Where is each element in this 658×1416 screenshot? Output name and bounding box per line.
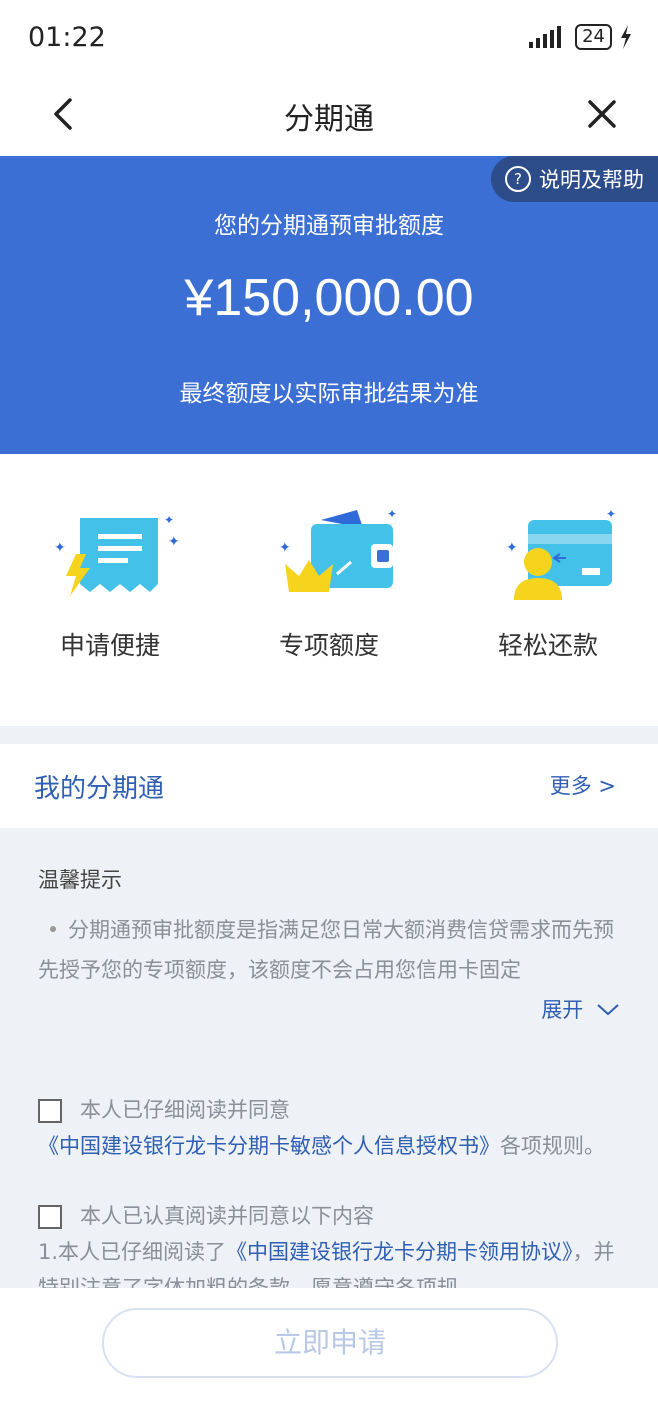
limit-amount: ¥150,000.00 [184,269,474,327]
feature-label: 轻松还款 [497,631,598,660]
status-time: 01:22 [28,22,106,53]
signal-icon [529,26,562,48]
feature-label: 专项额度 [278,631,379,660]
agreement-1: 本人已仔细阅读并同意 《中国建设银行龙卡分期卡敏感个人信息授权书》各项规则。 [38,1092,620,1164]
page-title: 分期通 [284,102,374,137]
svg-text:✦: ✦ [506,540,518,556]
my-installment-title: 我的分期通 [34,774,165,804]
limit-note: 最终额度以实际审批结果为准 [179,381,479,407]
agreement-2-line-prefix: 1.本人已仔细阅读了 [38,1240,227,1264]
feature-special-limit: ✦ ✦ 专项额度 [219,504,439,662]
help-button[interactable]: ? 说明及帮助 [491,156,658,202]
expand-button[interactable]: 展开 [541,994,620,1024]
help-label: 说明及帮助 [539,168,644,192]
help-icon: ? [505,166,531,192]
battery-indicator: 24 [575,24,612,50]
card-person-icon: ✦✦ [506,507,616,600]
agreement-1-text: 本人已仔细阅读并同意 [80,1098,290,1122]
agreement-2-text: 本人已认真阅读并同意以下内容 [80,1204,374,1228]
svg-text:✦: ✦ [387,507,397,521]
status-bar: 01:22 24 [0,0,658,80]
svg-text:✦: ✦ [168,534,180,550]
svg-text:✦: ✦ [164,513,174,527]
more-link[interactable]: 更多 > [550,770,616,800]
feature-list: ✦ ✦ ✦ 申请便捷 ✦ ✦ 专项额度 ✦ ✦ 轻松还款 [0,454,658,726]
tips-title: 温馨提示 [38,868,122,892]
chevron-down-icon [597,1004,619,1016]
agreement-2-checkbox[interactable] [38,1205,62,1229]
feature-easy-apply: ✦ ✦ ✦ 申请便捷 [0,504,220,662]
tips-body: 分期通预审批额度是指满足您日常大额消费信贷需求而先预先授予您的专项额度，该额度不… [38,918,614,982]
agreement-1-checkbox[interactable] [38,1099,62,1123]
bullet-icon [50,926,56,932]
wallet-crown-icon: ✦✦ [279,507,397,592]
nav-bar: 分期通 [0,80,658,156]
svg-text:✦: ✦ [606,507,616,521]
limit-subtitle: 您的分期通预审批额度 [214,213,444,239]
agreement-1-suffix: 各项规则。 [500,1134,605,1158]
svg-text:✦: ✦ [279,540,291,556]
expand-label: 展开 [541,998,584,1022]
my-installment-row[interactable]: 我的分期通 更多 > [0,744,658,828]
agreement-2-link[interactable]: 《中国建设银行龙卡分期卡领用协议》 [226,1240,573,1264]
feature-easy-repay: ✦ ✦ 轻松还款 [438,504,658,662]
bottom-bar: 立即申请 [0,1288,658,1416]
agreement-1-link[interactable]: 《中国建设银行龙卡分期卡敏感个人信息授权书》 [38,1134,500,1158]
feature-label: 申请便捷 [59,631,160,660]
section-divider [0,726,658,744]
status-icons: 24 [527,24,632,50]
charging-icon [621,25,631,49]
close-icon[interactable] [582,94,622,134]
credit-limit-banner: ? 说明及帮助 您的分期通预审批额度 ¥150,000.00 最终额度以实际审批… [0,156,658,454]
apply-button[interactable]: 立即申请 [102,1308,558,1378]
svg-text:✦: ✦ [54,540,66,556]
tips-text: 分期通预审批额度是指满足您日常大额消费信贷需求而先预先授予您的专项额度，该额度不… [38,910,620,990]
receipt-lightning-icon: ✦ ✦ ✦ [54,513,180,596]
